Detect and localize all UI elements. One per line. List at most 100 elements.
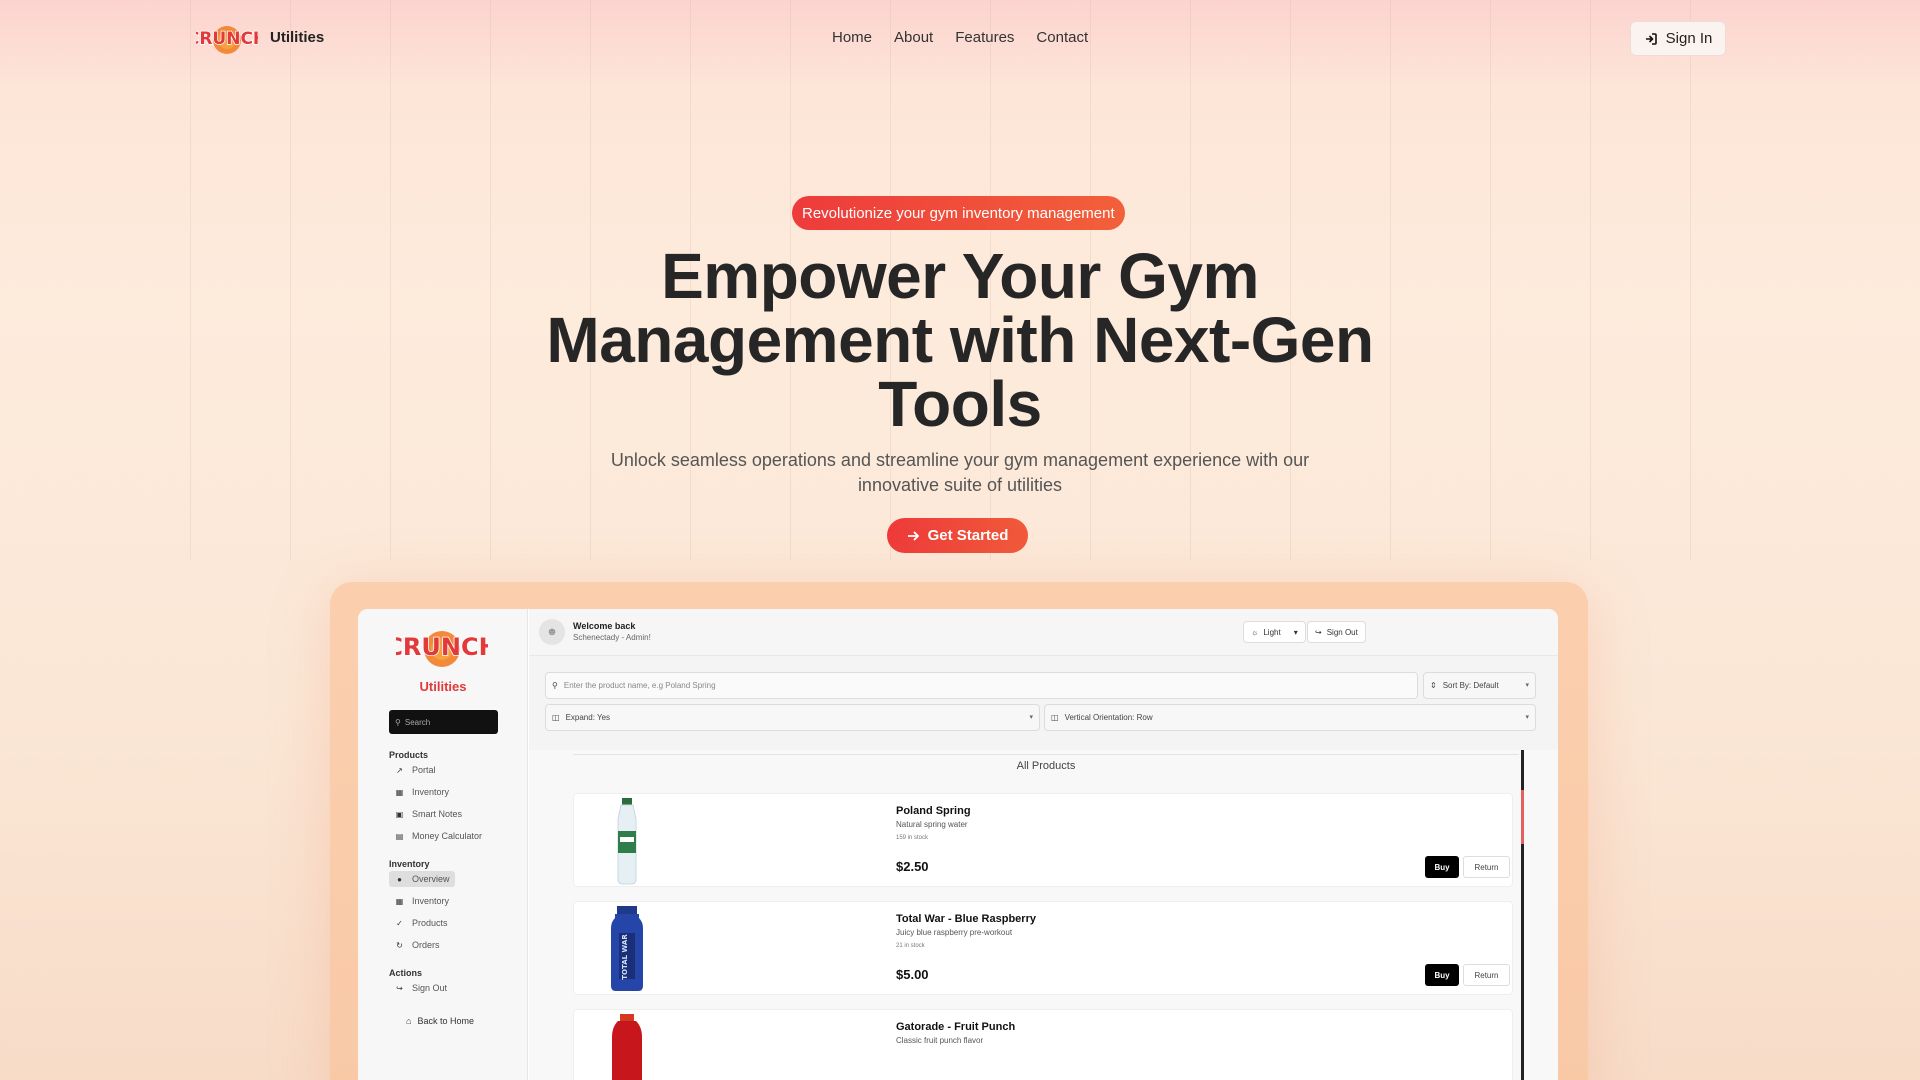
svg-text:CRUNCH: CRUNCH (396, 633, 488, 661)
product-name: Poland Spring (896, 805, 971, 817)
expand-select[interactable]: ◫ Expand: Yes ▾ (545, 704, 1040, 731)
app-sidebar: CRUNCH Utilities ⚲ Search Products ↗ Port… (358, 609, 528, 1080)
products-title: All Products (1016, 760, 1076, 772)
back-to-home-link[interactable]: ⌂ Back to Home (406, 1016, 474, 1026)
sidebar-search-input[interactable]: ⚲ Search (389, 710, 498, 734)
product-description: Classic fruit punch flavor (896, 1036, 984, 1045)
avatar[interactable]: ☻ (539, 619, 565, 645)
product-stock: 159 in stock (896, 835, 929, 841)
chevron-down-icon: ▾ (1525, 682, 1529, 689)
get-started-button[interactable]: Get Started (887, 518, 1028, 553)
calculator-icon: ▤ (395, 831, 404, 841)
sign-out-button[interactable]: ↪ Sign Out (1307, 621, 1366, 643)
sidebar-item-label: Inventory (412, 787, 450, 797)
book-icon: ▣ (395, 809, 404, 819)
sun-icon: ☼ (1251, 627, 1259, 637)
theme-select[interactable]: ☼ Light ▾ (1243, 621, 1306, 643)
product-card: TOTAL WAR Total War - Blue Raspberry Jui… (573, 901, 1513, 995)
nav-features[interactable]: Features (955, 29, 1014, 46)
sidebar-item-overview[interactable]: ● Overview (389, 871, 455, 887)
svg-text:TOTAL WAR: TOTAL WAR (621, 934, 629, 980)
product-name: Total War - Blue Raspberry (896, 913, 1036, 925)
product-image-gatorade-bottle (612, 1014, 642, 1080)
sidebar-item-sign-out[interactable]: ↪ Sign Out (389, 980, 447, 996)
main-nav: Home About Features Contact (832, 29, 1088, 46)
sidebar-item-orders[interactable]: ↻ Orders (389, 937, 440, 953)
product-image-water-bottle (617, 798, 637, 885)
orientation-select[interactable]: ◫ Vertical Orientation: Row ▾ (1044, 704, 1536, 731)
boxes-icon: ▦ (395, 896, 404, 906)
search-icon: ⚲ (395, 717, 401, 727)
nav-home[interactable]: Home (832, 29, 872, 46)
sidebar-item-inventory-2[interactable]: ▦ Inventory (389, 893, 449, 909)
sign-in-button[interactable]: Sign In (1630, 21, 1726, 56)
brand-name: Utilities (270, 28, 325, 46)
app-preview: CRUNCH Utilities ⚲ Search Products ↗ Port… (358, 609, 1558, 1080)
buy-button[interactable]: Buy (1425, 964, 1459, 986)
dumbbell-icon: ✓ (396, 918, 403, 928)
sidebar-item-label: Inventory (412, 896, 450, 906)
product-price: $5.00 (896, 967, 929, 982)
sidebar-title: Utilities (419, 679, 467, 694)
sign-in-label: Sign In (1665, 30, 1713, 47)
arrow-right-icon (907, 530, 919, 541)
theme-label: Light (1263, 627, 1281, 637)
boxes-icon: ▦ (395, 787, 404, 797)
hero-title: Empower Your Gym Management with Next-Ge… (546, 240, 1374, 440)
orders-icon: ↻ (396, 940, 403, 950)
sidebar-section-actions: Actions (389, 968, 423, 978)
sidebar-item-label: Products (412, 918, 448, 928)
product-card: Poland Spring Natural spring water 159 i… (573, 793, 1513, 887)
app-topbar: ☻ Welcome back Schenectady - Admin! ☼ Li… (529, 609, 1558, 656)
chevron-down-icon: ▾ (1029, 714, 1033, 721)
sidebar-item-products[interactable]: ✓ Products (389, 915, 448, 931)
divider (573, 754, 1519, 755)
sign-in-icon (1645, 32, 1657, 45)
get-started-label: Get Started (927, 527, 1009, 544)
chevron-down-icon: ▾ (1293, 627, 1298, 637)
app-main: ☻ Welcome back Schenectady - Admin! ☼ Li… (529, 609, 1558, 1080)
sign-out-icon: ↪ (1315, 627, 1322, 637)
sidebar-search-placeholder: Search (404, 717, 431, 727)
sidebar-item-label: Sign Out (412, 983, 448, 993)
welcome-location: Schenectady - Admin! (573, 633, 651, 642)
scrollbar-thumb[interactable] (1521, 790, 1524, 844)
product-search-input[interactable]: ⚲ Enter the product name, e.g Poland Spr… (545, 672, 1418, 699)
product-card: Gatorade - Fruit Punch Classic fruit pun… (573, 1009, 1513, 1080)
product-image-pre-workout-bottle: TOTAL WAR (611, 906, 643, 991)
nav-about[interactable]: About (894, 29, 933, 46)
product-name: Gatorade - Fruit Punch (896, 1021, 1016, 1033)
columns-icon: ◫ (552, 713, 560, 722)
globe-icon: ● (397, 874, 402, 884)
sidebar-item-label: Overview (412, 874, 450, 884)
sidebar-item-label: Orders (412, 940, 440, 950)
crunch-logo: CRUNCH (196, 26, 258, 54)
hero-badge: Revolutionize your gym inventory managem… (792, 196, 1125, 230)
welcome-text: Welcome back (573, 621, 636, 631)
crunch-logo: CRUNCH (396, 631, 488, 667)
sort-label: Sort By: Default (1442, 681, 1499, 690)
return-button[interactable]: Return (1463, 856, 1510, 878)
product-price: $2.50 (896, 859, 929, 874)
product-description: Juicy blue raspberry pre-workout (896, 928, 1013, 937)
columns-icon: ◫ (1051, 713, 1059, 722)
brand[interactable]: CRUNCH Utilities (196, 16, 324, 58)
sidebar-item-smart-notes[interactable]: ▣ Smart Notes (389, 806, 462, 822)
chart-icon: ↗ (396, 765, 403, 775)
sidebar-item-money-calculator[interactable]: ▤ Money Calculator (389, 828, 482, 844)
sidebar-item-label: Money Calculator (412, 831, 483, 841)
sort-select[interactable]: ⇕ Sort By: Default ▾ (1423, 672, 1536, 699)
site-header: CRUNCH Utilities Home About Features Con… (0, 0, 1920, 78)
back-to-home-label: Back to Home (417, 1016, 474, 1026)
sidebar-item-portal[interactable]: ↗ Portal (389, 762, 436, 778)
return-button[interactable]: Return (1463, 964, 1510, 986)
sidebar-section-inventory: Inventory (389, 859, 430, 869)
product-search-placeholder: Enter the product name, e.g Poland Sprin… (563, 681, 716, 690)
buy-button[interactable]: Buy (1425, 856, 1459, 878)
product-description: Natural spring water (896, 820, 968, 829)
sidebar-item-label: Portal (412, 765, 436, 775)
sidebar-item-inventory[interactable]: ▦ Inventory (389, 784, 449, 800)
nav-contact[interactable]: Contact (1036, 29, 1088, 46)
sidebar-item-label: Smart Notes (412, 809, 463, 819)
hero-subtitle: Unlock seamless operations and streamlin… (610, 450, 1310, 495)
